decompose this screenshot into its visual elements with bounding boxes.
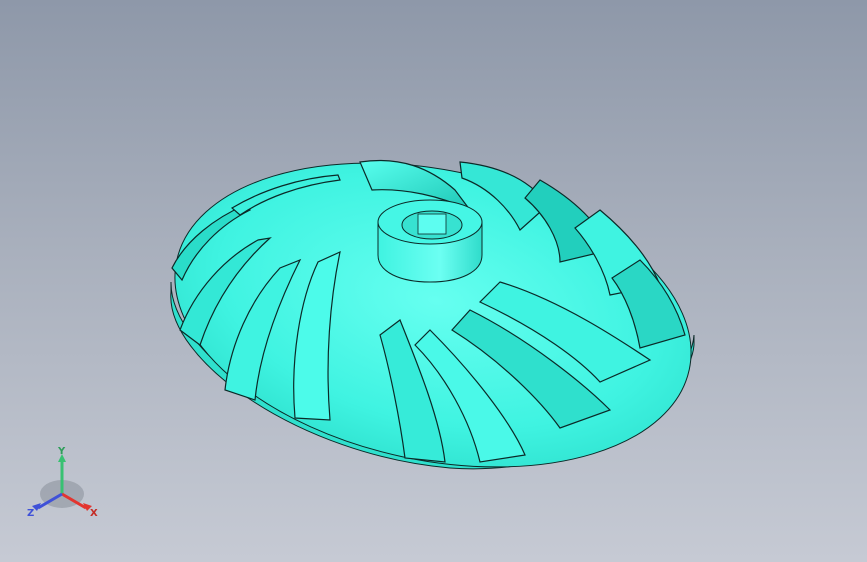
impeller-model[interactable] <box>0 0 867 562</box>
x-axis-label: X <box>90 508 98 519</box>
hub <box>377 199 483 283</box>
y-axis-label: Y <box>57 446 66 457</box>
z-axis-label: Z <box>27 508 34 519</box>
orientation-triad: Y X Z <box>22 446 106 526</box>
graphics-viewport[interactable]: Y X Z <box>0 0 867 562</box>
